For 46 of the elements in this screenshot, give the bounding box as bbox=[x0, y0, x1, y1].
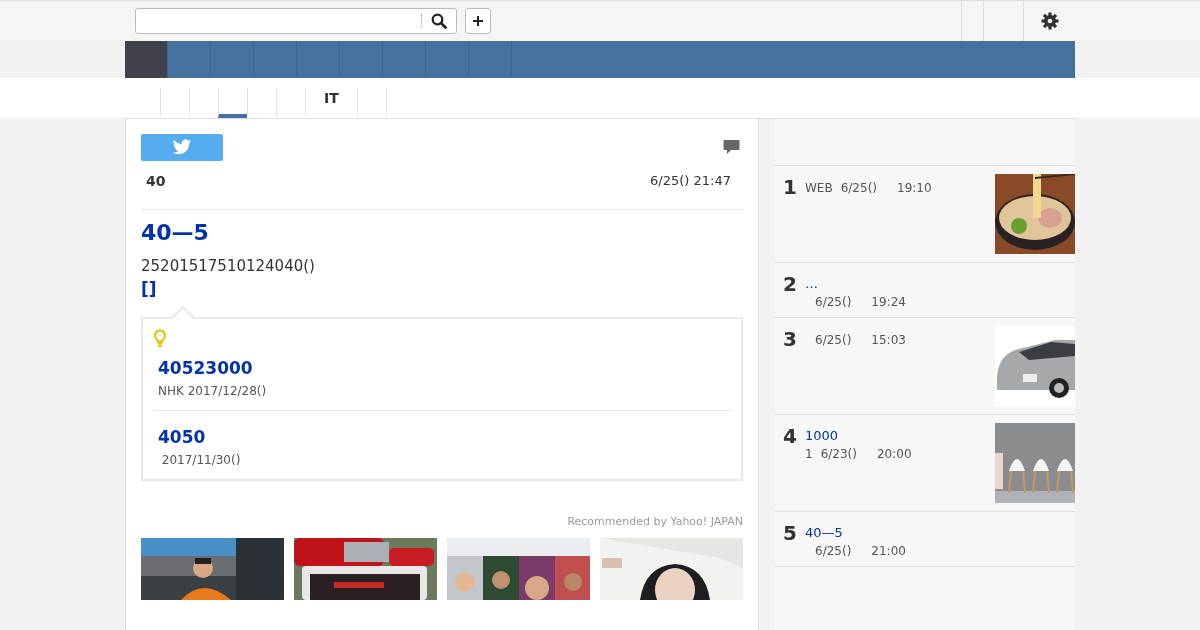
article-date: 6/25() bbox=[815, 295, 852, 309]
rank-number: 5 bbox=[783, 520, 798, 547]
article-link[interactable]: [] bbox=[141, 279, 157, 299]
rank-number: 2 bbox=[783, 271, 798, 298]
publish-date: 6/25() 21:47 bbox=[650, 173, 731, 189]
ranking-item[interactable]: 2 … 6/25() 19:24 bbox=[775, 263, 1075, 318]
rank-number: 1 bbox=[783, 174, 798, 201]
article-text: 25201517510124040() bbox=[141, 257, 316, 275]
article-time: 20:00 bbox=[876, 447, 912, 461]
search-field[interactable] bbox=[135, 8, 457, 34]
article-time: 19:10 bbox=[897, 181, 932, 195]
settings-icon[interactable] bbox=[1040, 12, 1059, 30]
related-article-meta: NHK 2017/12/28() bbox=[158, 384, 268, 398]
ranking-title-link[interactable]: 1000 bbox=[805, 427, 989, 444]
article-date: 6/25() bbox=[815, 333, 852, 347]
rank-number: 3 bbox=[783, 326, 798, 353]
twitter-share-button[interactable] bbox=[141, 134, 223, 161]
ranking-item[interactable]: 3 6/25() 15:03 bbox=[775, 318, 1075, 415]
sub-nav-tab[interactable]: IT bbox=[305, 88, 357, 118]
search-icon[interactable] bbox=[431, 13, 447, 29]
nav-tab[interactable] bbox=[125, 41, 168, 78]
article-date: 6/25() bbox=[840, 181, 877, 195]
plus-icon bbox=[472, 15, 484, 27]
article-date: 6/25() bbox=[815, 544, 852, 558]
bird-icon bbox=[172, 139, 192, 156]
lightbulb-icon bbox=[153, 329, 167, 348]
source-name: 40 bbox=[146, 173, 166, 189]
recommended-label: Recommended by Yahoo! JAPAN bbox=[566, 515, 743, 528]
ranking-title-link[interactable]: … bbox=[805, 275, 1075, 292]
headline: 40—5 bbox=[141, 220, 210, 245]
comment-icon[interactable] bbox=[723, 139, 740, 155]
article-time: 19:24 bbox=[871, 295, 906, 309]
related-article-meta: 2017/11/30() bbox=[160, 453, 242, 467]
ranking-item[interactable]: 5 40—5 6/25() 21:00 bbox=[775, 512, 1075, 567]
article-date: 6/23() bbox=[820, 447, 857, 461]
ranking-item[interactable]: 4 1000 1 6/23() 20:00 bbox=[775, 415, 1075, 512]
source-name: 1 bbox=[805, 447, 813, 461]
source-name: WEB bbox=[805, 181, 833, 195]
related-article-link[interactable]: 40523000 bbox=[158, 358, 726, 378]
ranking-item[interactable]: 1 WEB 6/25() 19:10 bbox=[775, 166, 1075, 263]
article-time: 15:03 bbox=[871, 333, 906, 347]
ranking-title-link[interactable]: 40—5 bbox=[805, 524, 1075, 541]
article-time: 21:00 bbox=[871, 544, 906, 558]
add-button[interactable] bbox=[465, 8, 491, 34]
related-article-link[interactable]: 4050 bbox=[158, 427, 726, 447]
rank-number: 4 bbox=[783, 423, 798, 450]
